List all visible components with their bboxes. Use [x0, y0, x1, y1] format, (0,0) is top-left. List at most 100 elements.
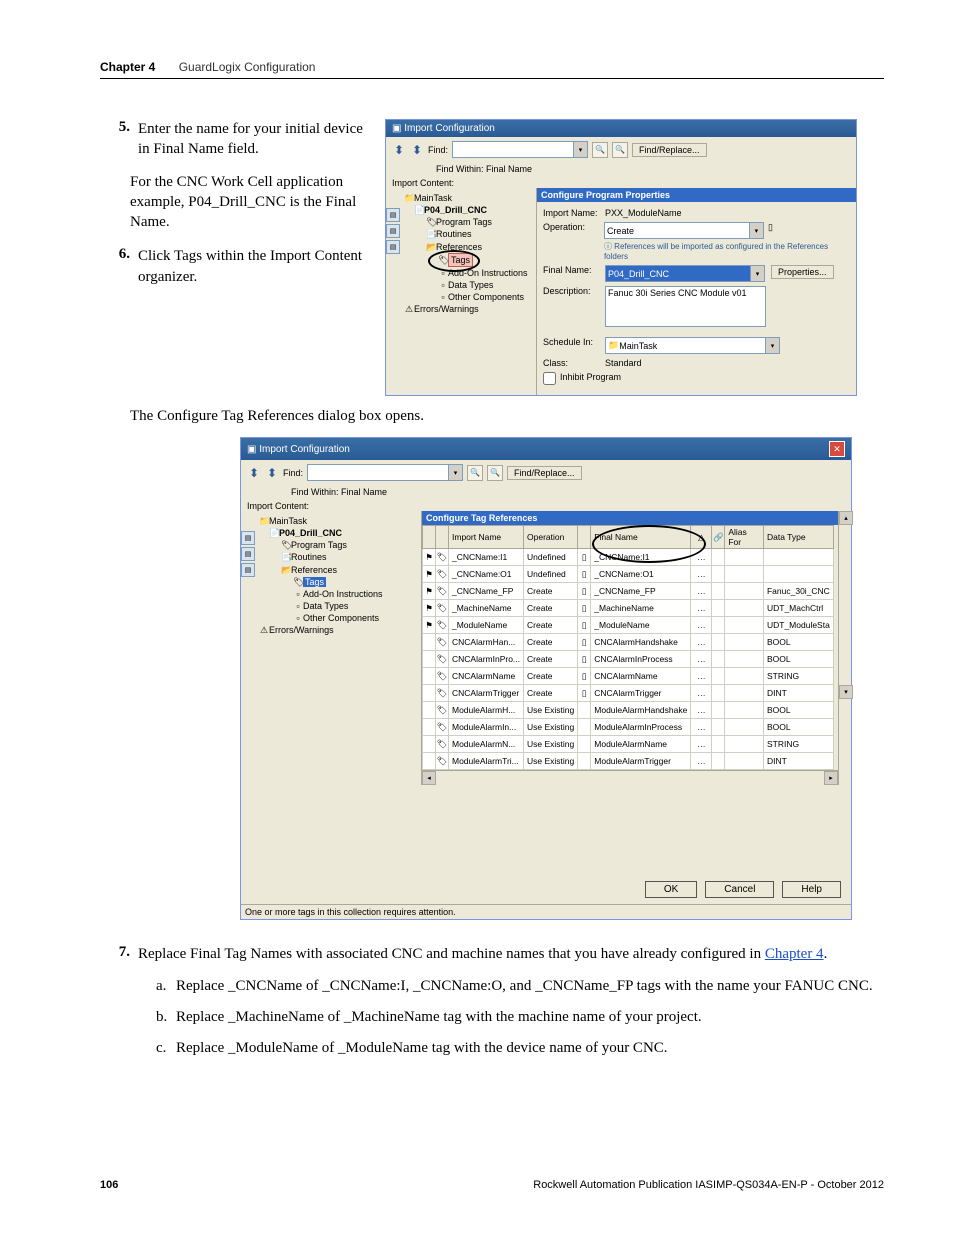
find-label: Find: [428, 145, 448, 155]
step-5-number: 5. [100, 119, 138, 160]
dialog1-titlebar[interactable]: ▣ Import Configuration [386, 120, 856, 137]
section-header: Configure Tag References [422, 511, 838, 525]
operation-select[interactable]: Create [604, 222, 750, 239]
tree-node[interactable]: 📁MainTask [259, 515, 419, 527]
dropdown-arrow-icon[interactable]: ▾ [750, 222, 764, 239]
table-row[interactable]: ⚑🏷_CNCName:I1Undefined▯_CNCName:I1… [423, 549, 834, 566]
side-icon[interactable]: ▤ [386, 208, 400, 222]
tree-node[interactable]: 📄P04_Drill_CNC [259, 527, 419, 539]
side-icon[interactable]: ▤ [241, 547, 255, 561]
import-config-dialog-2: ▣ Import Configuration ✕ ⬍ ⬍ Find: ▾ 🔍 🔍… [240, 437, 852, 920]
step-5-text: Enter the name for your initial device i… [138, 119, 375, 160]
side-icon[interactable]: ▤ [241, 531, 255, 545]
ok-button[interactable]: OK [645, 881, 697, 898]
find-next-icon[interactable]: ⬍ [265, 466, 279, 480]
inhibit-checkbox[interactable] [543, 372, 556, 385]
dropdown-arrow-icon[interactable]: ▾ [751, 265, 765, 282]
tree-node[interactable]: 🏷Program Tags [259, 539, 419, 551]
tree-node[interactable]: ⚠Errors/Warnings [404, 303, 534, 315]
tree-node[interactable]: ▫Other Components [259, 612, 419, 624]
tree-node[interactable]: 📄P04_Drill_CNC [404, 204, 534, 216]
scroll-up-icon[interactable]: ▴ [839, 511, 853, 525]
folder-icon: 📁 [608, 340, 619, 351]
tree-node[interactable]: 📑Routines [404, 228, 534, 240]
properties-button[interactable]: Properties... [771, 265, 834, 279]
tree-node[interactable]: ▫Data Types [259, 600, 419, 612]
result-text: The Configure Tag References dialog box … [130, 406, 884, 427]
binoculars2-icon[interactable]: 🔍 [487, 465, 503, 481]
find-prev-icon[interactable]: ⬍ [392, 143, 406, 157]
import-config-dialog-1: ▣ Import Configuration ⬍ ⬍ Find: ▾ 🔍 🔍 F… [385, 119, 857, 396]
binoculars-icon[interactable]: 🔍 [467, 465, 483, 481]
scroll-right-icon[interactable]: ▸ [824, 771, 838, 785]
tree-node[interactable]: 📂References [404, 241, 534, 253]
tree-node[interactable]: ▫Add-On Instructions [404, 267, 534, 279]
app-icon: ▣ [392, 123, 401, 134]
table-row[interactable]: 🏷ModuleAlarmIn...Use ExistingModuleAlarm… [423, 719, 834, 736]
table-row[interactable]: 🏷ModuleAlarmTri...Use ExistingModuleAlar… [423, 753, 834, 770]
help-button[interactable]: Help [782, 881, 841, 898]
step-6-number: 6. [100, 246, 138, 287]
find-input[interactable] [452, 141, 574, 158]
tag-references-table[interactable]: Import NameOperation Final Name △🔗 Alias… [422, 525, 834, 770]
find-replace-button[interactable]: Find/Replace... [632, 143, 707, 157]
step-6-text: Click Tags within the Import Content org… [138, 246, 375, 287]
table-row[interactable]: ⚑🏷_MachineNameCreate▯_MachineName…UDT_Ma… [423, 600, 834, 617]
import-content-label: Import Content: [241, 497, 851, 511]
doc-icon: ▯ [768, 222, 773, 239]
table-row[interactable]: ⚑🏷_CNCName:O1Undefined▯_CNCName:O1… [423, 566, 834, 583]
scroll-left-icon[interactable]: ◂ [422, 771, 436, 785]
binoculars-icon[interactable]: 🔍 [592, 142, 608, 158]
find-dropdown-arrow[interactable]: ▾ [574, 141, 588, 158]
table-row[interactable]: ⚑🏷_CNCName_FPCreate▯_CNCName_FP…Fanuc_30… [423, 583, 834, 600]
find-prev-icon[interactable]: ⬍ [247, 466, 261, 480]
section-header: Configure Program Properties [537, 188, 856, 202]
step-7b: Replace _MachineName of _MachineName tag… [176, 1007, 702, 1028]
tree-node[interactable]: ⚠Errors/Warnings [259, 624, 419, 636]
table-row[interactable]: 🏷CNCAlarmTriggerCreate▯CNCAlarmTrigger…D… [423, 685, 834, 702]
table-row[interactable]: 🏷ModuleAlarmN...Use ExistingModuleAlarmN… [423, 736, 834, 753]
chapter-label: Chapter 4 [100, 60, 155, 74]
table-row[interactable]: ⚑🏷_ModuleNameCreate▯_ModuleName…UDT_Modu… [423, 617, 834, 634]
description-textarea[interactable]: Fanuc 30i Series CNC Module v01 [605, 286, 766, 327]
table-row[interactable]: 🏷CNCAlarmNameCreate▯CNCAlarmName…STRING [423, 668, 834, 685]
table-row[interactable]: 🏷CNCAlarmHan...Create▯CNCAlarmHandshake…… [423, 634, 834, 651]
side-icon[interactable]: ▤ [386, 240, 400, 254]
tree-node[interactable]: 📂References [259, 564, 419, 576]
find-within-label: Find Within: Final Name [386, 164, 856, 174]
find-input[interactable] [307, 464, 449, 481]
page-header: Chapter 4 GuardLogix Configuration [100, 60, 884, 79]
find-label: Find: [283, 468, 303, 478]
chapter-link[interactable]: Chapter 4 [765, 946, 824, 962]
step-7a: Replace _CNCName of _CNCName:I, _CNCName… [176, 976, 873, 997]
find-replace-button[interactable]: Find/Replace... [507, 466, 582, 480]
step-7-text: Replace Final Tag Names with associated … [138, 944, 884, 964]
find-dropdown-arrow[interactable]: ▾ [449, 464, 463, 481]
find-within-label: Find Within: Final Name [241, 487, 851, 497]
tree-node[interactable]: ▫Add-On Instructions [259, 588, 419, 600]
table-row[interactable]: 🏷CNCAlarmInPro...Create▯CNCAlarmInProces… [423, 651, 834, 668]
scroll-down-icon[interactable]: ▾ [839, 685, 853, 699]
find-next-icon[interactable]: ⬍ [410, 143, 424, 157]
step-7-number: 7. [100, 944, 138, 964]
info-note: ⓘ References will be imported as configu… [604, 241, 850, 261]
app-icon: ▣ [247, 444, 256, 455]
close-icon[interactable]: ✕ [829, 441, 845, 457]
dialog2-titlebar[interactable]: ▣ Import Configuration ✕ [241, 438, 851, 460]
tree-node[interactable]: ▫Other Components [404, 291, 534, 303]
tree-node[interactable]: 📁MainTask [404, 192, 534, 204]
tree-pane: 📁MainTask 📄P04_Drill_CNC 🏷Program Tags 📑… [255, 511, 421, 785]
dropdown-arrow-icon[interactable]: ▾ [766, 337, 780, 354]
table-row[interactable]: 🏷ModuleAlarmH...Use ExistingModuleAlarmH… [423, 702, 834, 719]
side-icon[interactable]: ▤ [386, 224, 400, 238]
final-name-input[interactable]: P04_Drill_CNC [605, 265, 751, 282]
tree-node[interactable]: ▫Data Types [404, 279, 534, 291]
side-icon[interactable]: ▤ [241, 563, 255, 577]
schedule-select[interactable]: 📁 MainTask [605, 337, 766, 354]
tree-node[interactable]: 📑Routines [259, 551, 419, 563]
tree-node-tags[interactable]: 🏷Tags [259, 576, 419, 588]
tree-node-tags[interactable]: 🏷Tags [404, 253, 534, 267]
cancel-button[interactable]: Cancel [705, 881, 774, 898]
tree-node[interactable]: 🏷Program Tags [404, 216, 534, 228]
binoculars2-icon[interactable]: 🔍 [612, 142, 628, 158]
